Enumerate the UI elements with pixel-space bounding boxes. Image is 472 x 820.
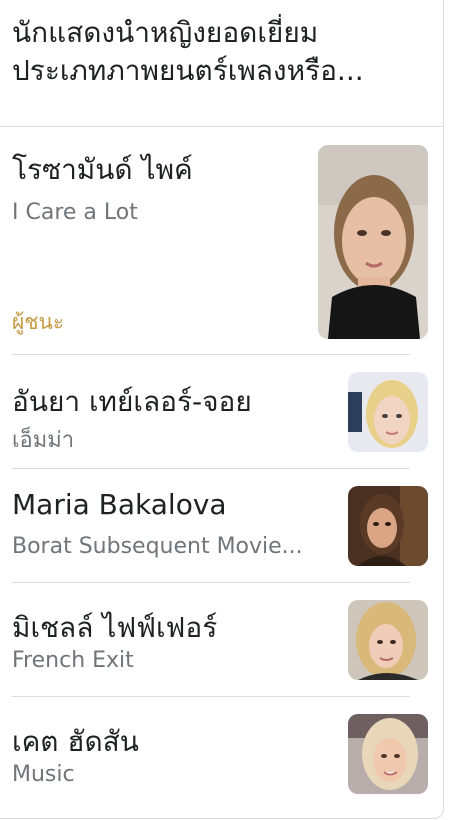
- nominee-item[interactable]: มิเชลล์ ไฟฟ์เฟอร์ French Exit: [12, 596, 428, 686]
- row-divider: [12, 354, 410, 355]
- portrait-kate-hudson-image: [348, 714, 428, 794]
- nominee-photo[interactable]: [348, 372, 428, 452]
- nominee-film: Music: [12, 762, 75, 787]
- row-divider: [12, 468, 410, 469]
- category-title-line-1: นักแสดงนำหญิงยอดเยี่ยม: [12, 16, 319, 49]
- winner-badge: ผู้ชนะ: [12, 310, 65, 334]
- nominee-name[interactable]: Maria Bakalova: [12, 488, 227, 521]
- nominee-item[interactable]: เคต ฮัดสัน Music: [12, 710, 428, 800]
- nominee-film: I Care a Lot: [12, 200, 138, 225]
- portrait-rosamund-pike-image: [318, 145, 428, 339]
- award-nominees-card: นักแสดงนำหญิงยอดเยี่ยม ประเภทภาพยนตร์เพล…: [0, 0, 444, 819]
- nominee-film: เอ็มม่า: [12, 428, 75, 453]
- nominee-item-winner[interactable]: โรซามันด์ ไพค์ I Care a Lot ผู้ชนะ: [12, 140, 428, 340]
- category-title[interactable]: นักแสดงนำหญิงยอดเยี่ยม ประเภทภาพยนตร์เพล…: [12, 14, 432, 90]
- nominee-film: Borat Subsequent Movie...: [12, 534, 303, 559]
- nominee-photo[interactable]: [348, 714, 428, 794]
- nominee-film: French Exit: [12, 648, 134, 673]
- category-title-line-2: ประเภทภาพยนตร์เพลงหรือ...: [12, 54, 364, 87]
- header-divider: [0, 126, 443, 127]
- nominee-photo[interactable]: [348, 486, 428, 566]
- nominee-name[interactable]: อันยา เทย์เลอร์-จอย: [12, 380, 252, 424]
- portrait-anya-taylor-joy-image: [348, 372, 428, 452]
- nominee-name[interactable]: มิเชลล์ ไฟฟ์เฟอร์: [12, 606, 217, 650]
- portrait-michelle-pfeiffer-image: [348, 600, 428, 680]
- nominee-name[interactable]: โรซามันด์ ไพค์: [12, 148, 193, 192]
- nominee-photo[interactable]: [318, 145, 428, 339]
- nominee-photo[interactable]: [348, 600, 428, 680]
- nominee-item[interactable]: Maria Bakalova Borat Subsequent Movie...: [12, 482, 428, 572]
- row-divider: [12, 696, 410, 697]
- row-divider: [12, 582, 410, 583]
- nominee-name[interactable]: เคต ฮัดสัน: [12, 720, 139, 764]
- portrait-maria-bakalova-image: [348, 486, 428, 566]
- nominee-item[interactable]: อันยา เทย์เลอร์-จอย เอ็มม่า: [12, 368, 428, 458]
